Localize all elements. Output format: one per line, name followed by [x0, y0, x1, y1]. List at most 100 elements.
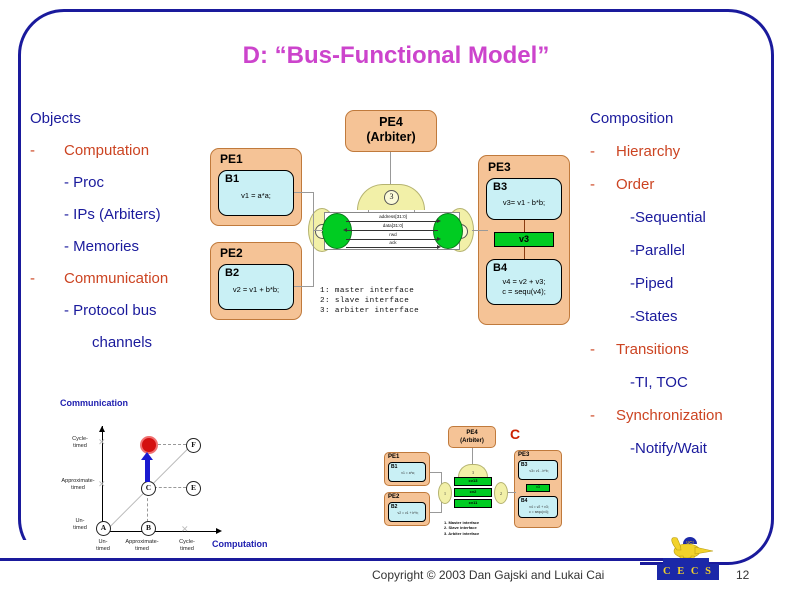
pe3-behavior-b4-box: B4 v4 = v2 + v3; c = sequ(v4);	[486, 259, 562, 305]
tick-l2: timed	[73, 525, 87, 531]
b3-label: B3	[493, 181, 508, 193]
bullet-hierarchy: - Hierarchy	[590, 141, 786, 163]
wire-slave-if-to-pe3	[472, 230, 488, 231]
ychart-x-axis	[102, 531, 217, 533]
mini-b3-label: B3	[521, 462, 528, 468]
bus-left-cap	[322, 213, 352, 249]
tick-l1: Un-	[98, 539, 108, 545]
sub-item-ti-toc: -TI, TOC	[630, 374, 688, 391]
ychart-node-c: C	[141, 481, 156, 496]
ychart-y-axis-label: Communication	[60, 398, 129, 408]
sub-item-states: -States	[630, 308, 678, 325]
tick-l2: timed	[71, 485, 85, 491]
mini-diagram-marker-c: C	[510, 426, 521, 442]
signal-label-data: data[31:0]	[382, 223, 404, 228]
ychart-y-tick-approx: Approximate- timed	[58, 478, 98, 492]
b4-code-line1: v4 = v2 + v3;	[502, 277, 546, 286]
signal-line-address	[346, 221, 438, 222]
signal-arrow-address	[437, 219, 441, 223]
bullet-label: Hierarchy	[616, 143, 681, 160]
ychart-x-axis-label: Computation	[212, 539, 268, 549]
b4-label: B4	[493, 262, 508, 274]
composition-list: Composition - Hierarchy - Order -Sequent…	[590, 108, 786, 471]
legend-line-3: 3: arbiter interface	[320, 307, 420, 315]
mini-b2-label: B2	[391, 504, 398, 510]
signal-label-address: address[31:0]	[379, 214, 407, 219]
signal-line-ack	[346, 247, 438, 248]
sub-item-piped: -Piped	[630, 275, 674, 292]
ychart-x-tick-approx: Approximate- timed	[122, 539, 162, 553]
design-model-axes-chart: Communication Computation Cycle- timed A…	[60, 398, 292, 553]
bullet-transitions: - Transitions	[590, 339, 786, 361]
ychart-x-axis-arrow	[216, 528, 222, 534]
ychart-y-axis-arrow	[99, 426, 105, 432]
b1-label: B1	[225, 173, 240, 185]
tick-l2: timed	[96, 546, 110, 552]
ychart-xmark-y-cycle: ✕	[98, 437, 106, 447]
bullet-label: Synchronization	[616, 407, 723, 424]
bus-functional-model-diagram: PE4 (Arbiter) 3 1 2 address[31:0] data[3…	[200, 100, 580, 340]
wire-pe2-to-master-if	[294, 286, 314, 287]
ychart-y-tick-cycle: Cycle- timed	[60, 436, 100, 450]
tick-l1: Cycle-	[179, 539, 195, 545]
ychart-y-tick-untimed: Un- timed	[60, 518, 100, 532]
svg-text:UCI: UCI	[686, 540, 693, 545]
b1-code: v1 = a*a;	[241, 191, 271, 200]
tick-l1: Approximate-	[125, 539, 159, 545]
mini-b1-label: B1	[391, 464, 398, 470]
bullet-dash: -	[590, 143, 595, 160]
pe3-channel-v3: v3	[494, 232, 554, 247]
tick-l1: Un-	[75, 518, 85, 524]
bullet-label: Order	[616, 176, 655, 193]
mini-pe2-behavior: B2 v2 = v1 + b*b;	[388, 502, 426, 522]
b3-code: v3= v1 - b*b;	[502, 198, 546, 207]
tick-l2: timed	[180, 546, 194, 552]
b2-label: B2	[225, 267, 240, 279]
bullet-label: Computation	[64, 142, 150, 159]
cecs-logo-text: C E C S	[657, 564, 719, 580]
bullet-dash: -	[30, 270, 35, 287]
cecs-logo: UCI C E C S	[657, 534, 719, 580]
bullet-label: Transitions	[616, 341, 689, 358]
signal-label-ack: ack	[389, 240, 397, 245]
pe3-flow-line-lower	[524, 247, 525, 259]
mini-wire-slave-to-pe3	[508, 492, 516, 493]
mini-pe4-arbiter: PE4 (Arbiter)	[448, 426, 496, 448]
mini-slave-interface: 2	[494, 482, 508, 504]
bullet-dash: -	[590, 407, 595, 424]
mini-channel-cv11: cv11	[454, 499, 492, 508]
mini-pe3-channel-v3: v3	[526, 484, 550, 492]
mini-b2-code: v2 = v1 + b*b;	[397, 511, 419, 515]
ychart-node-f: F	[186, 438, 201, 453]
mini-b3-code: v3= v1 - b*b;	[529, 469, 549, 473]
page-title: D: “Bus-Functional Model”	[242, 42, 550, 69]
wire-pe4-to-arbiter-if	[390, 152, 391, 184]
sub-item-sequential: -Sequential	[630, 209, 706, 226]
pe1-behavior-b1-box: B1 v1 = a*a;	[218, 170, 294, 216]
interface-number-3: 3	[384, 190, 399, 205]
mini-pe3-behavior-b3: B3 v3= v1 - b*b;	[518, 460, 558, 480]
bullet-dash: -	[590, 176, 595, 193]
mini-pe3-behavior-b4: B4 v4 = v2 + v3; c = sequ(v4);	[518, 496, 558, 518]
signal-arrow-data	[343, 228, 347, 232]
pe2-title: PE2	[220, 246, 243, 260]
b4-code-line2: c = sequ(v4);	[502, 287, 546, 296]
copyright-text: Copyright © 2003 Dan Gajski and Lukai Ca…	[372, 568, 605, 582]
mini-master-interface: 1	[438, 482, 452, 504]
mini-legend-line-3: 3. Arbiter interface	[444, 530, 480, 536]
mini-pe4-subtitle: (Arbiter)	[460, 438, 484, 444]
tick-l1: Approximate-	[61, 478, 95, 484]
mini-channel-cv13: cv13	[454, 477, 492, 486]
page-number: 12	[736, 568, 750, 582]
ychart-transition-arrow-shaft	[144, 460, 150, 482]
b2-code: v2 = v1 + b*b;	[232, 285, 280, 294]
wire-master-if-join	[313, 230, 323, 231]
mini-b4-code-2: c = sequ(v4);	[529, 510, 549, 514]
mini-wire-pe4	[472, 448, 473, 464]
bullet-synchronization: - Synchronization	[590, 405, 786, 427]
mini-b1-code: v1 = a*a;	[401, 471, 415, 475]
footer-divider	[0, 558, 700, 561]
wire-master-if-vertical	[313, 192, 314, 287]
mini-pe1-behavior: B1 v1 = a*a;	[388, 462, 426, 482]
tick-l2: timed	[135, 546, 149, 552]
